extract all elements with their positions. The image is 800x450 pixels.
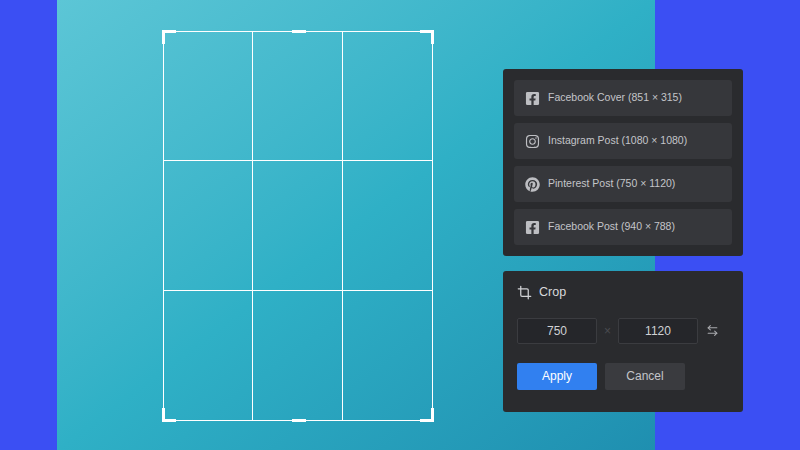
size-separator: × (597, 322, 618, 340)
preset-label: Facebook Cover (851 × 315) (548, 90, 682, 106)
apply-button[interactable]: Apply (517, 363, 597, 390)
crop-grid-cell (343, 32, 432, 161)
button-row: Apply Cancel (517, 363, 729, 390)
preset-item[interactable]: Facebook Cover (851 × 315) (514, 80, 732, 116)
editor-screen: Facebook Cover (851 × 315) Instagram Post… (0, 0, 800, 450)
preset-label: Instagram Post (1080 × 1080) (548, 133, 687, 149)
crop-handle[interactable] (292, 30, 306, 33)
crop-grid-cell (343, 161, 432, 290)
swap-icon[interactable] (706, 324, 719, 337)
instagram-icon (525, 134, 540, 149)
crop-grid-cell (164, 161, 253, 290)
crop-grid-cell (253, 291, 342, 420)
cancel-button[interactable]: Cancel (605, 363, 685, 390)
crop-handle[interactable] (292, 419, 306, 422)
crop-grid-cell (164, 32, 253, 161)
crop-grid-cell (253, 32, 342, 161)
left-margin (0, 0, 57, 450)
crop-handle[interactable] (162, 408, 176, 422)
facebook-icon (525, 91, 540, 106)
height-input[interactable]: 1120 (618, 318, 698, 344)
crop-grid-cell (343, 291, 432, 420)
preset-item[interactable]: Pinterest Post (750 × 1120) (514, 166, 732, 202)
crop-handle[interactable] (420, 408, 434, 422)
preset-label: Facebook Post (940 × 788) (548, 219, 675, 235)
crop-header: Crop (517, 283, 729, 302)
width-input[interactable]: 750 (517, 318, 597, 344)
facebook-icon (525, 220, 540, 235)
crop-panel: Crop 750×1120 Apply Cancel (503, 271, 743, 412)
crop-frame[interactable] (163, 31, 433, 421)
size-row: 750×1120 (517, 318, 729, 344)
crop-grid-cell (164, 291, 253, 420)
pinterest-icon (525, 177, 540, 192)
preset-item[interactable]: Instagram Post (1080 × 1080) (514, 123, 732, 159)
crop-title: Crop (539, 283, 566, 302)
crop-handle[interactable] (420, 30, 434, 44)
preset-label: Pinterest Post (750 × 1120) (548, 176, 675, 192)
crop-handle[interactable] (162, 30, 176, 44)
crop-icon (517, 285, 532, 300)
crop-grid-cell (253, 161, 342, 290)
preset-item[interactable]: Facebook Post (940 × 788) (514, 209, 732, 245)
preset-panel: Facebook Cover (851 × 315) Instagram Post… (503, 69, 743, 256)
